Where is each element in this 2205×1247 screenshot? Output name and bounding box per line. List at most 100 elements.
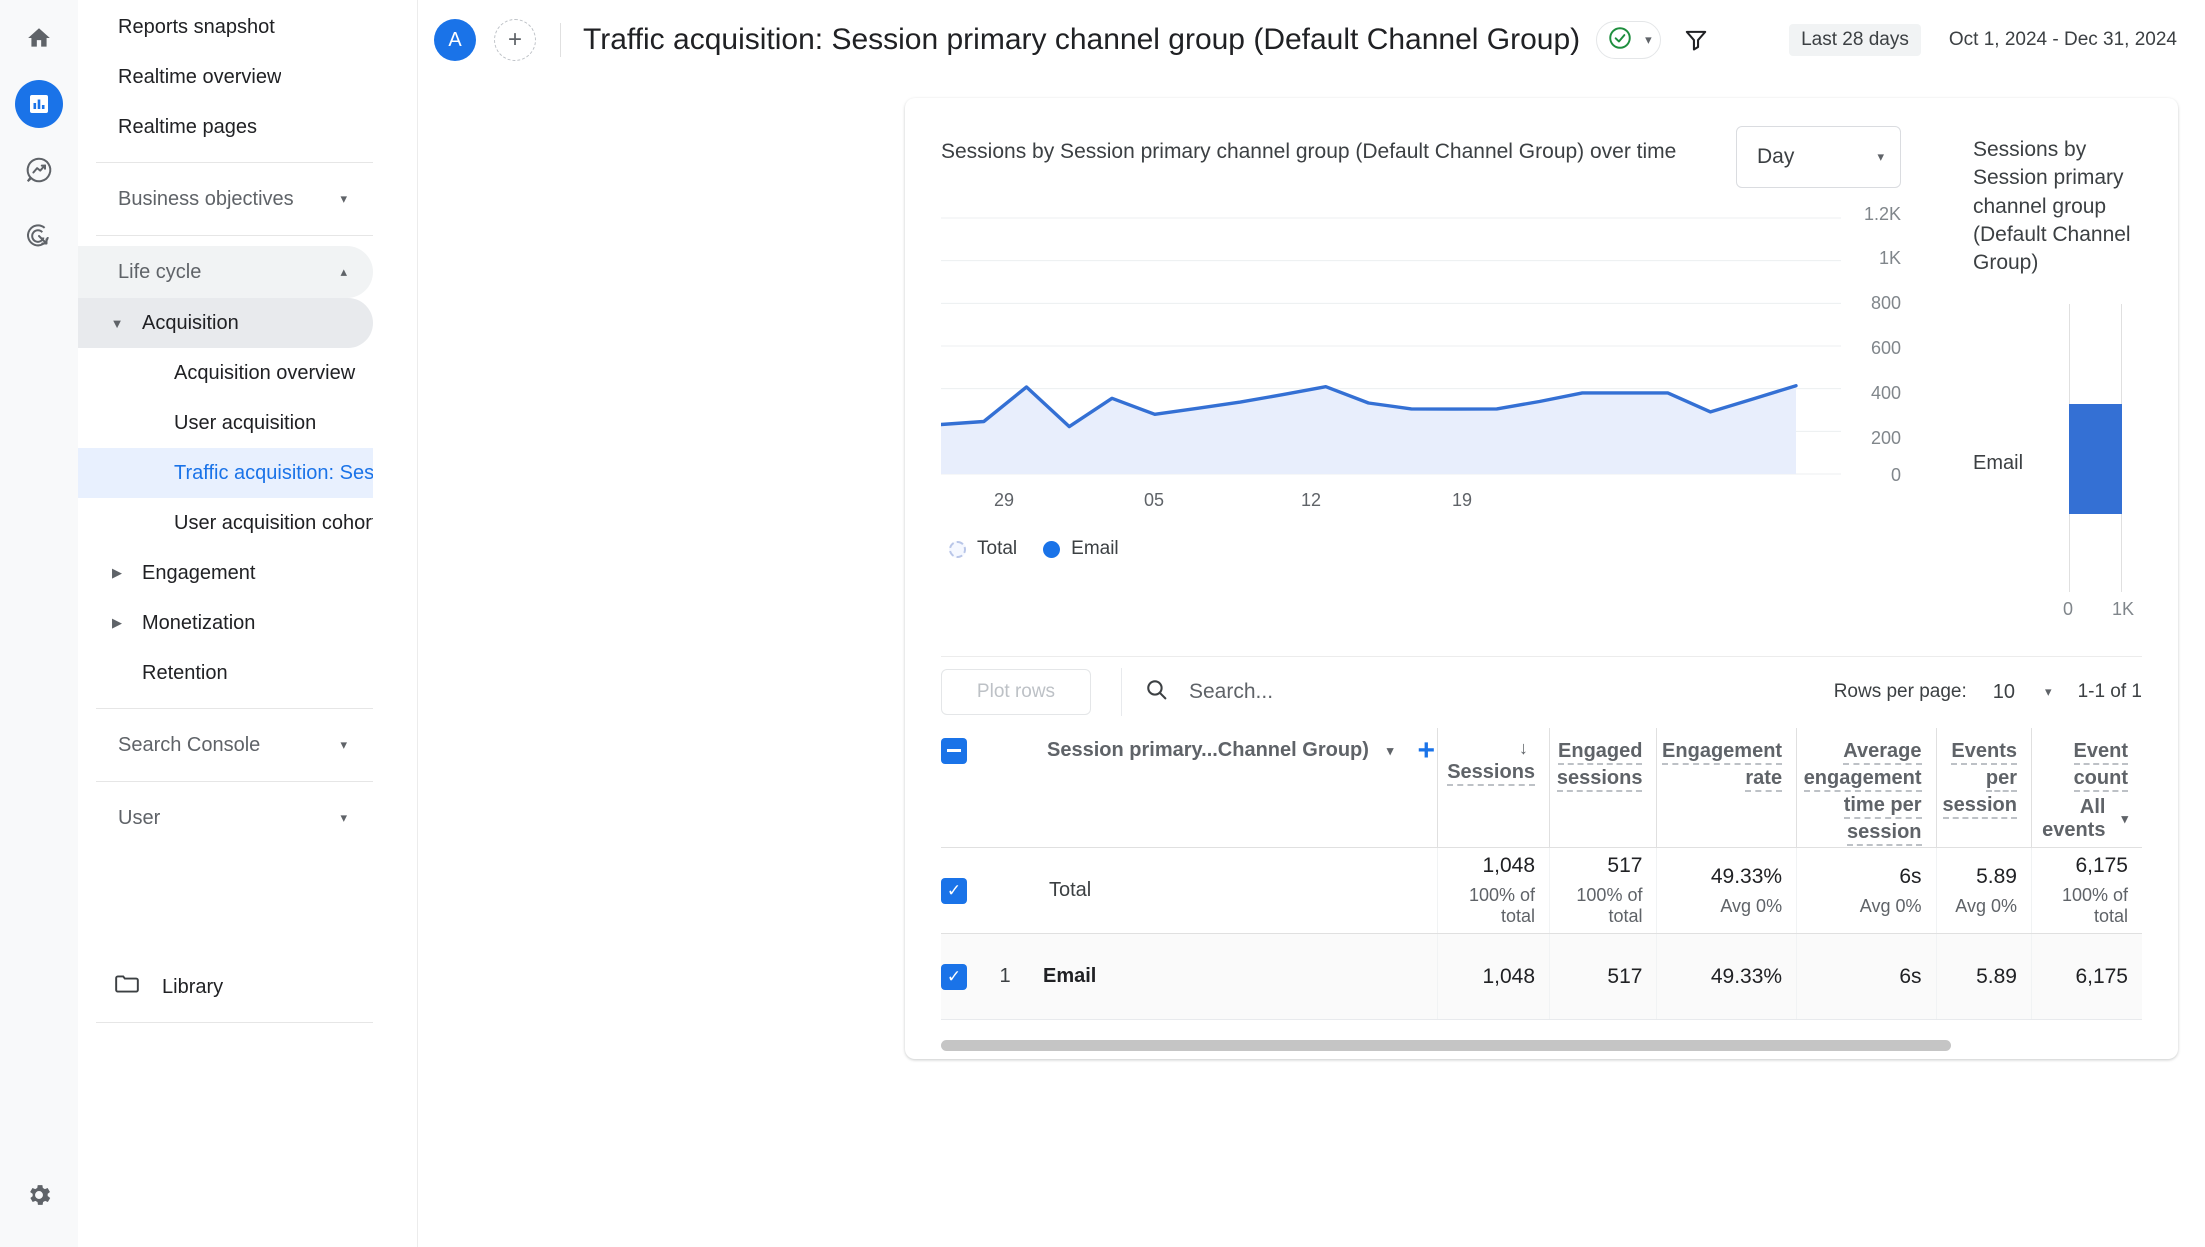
- bar-email[interactable]: [2069, 404, 2122, 514]
- reports-icon[interactable]: [15, 80, 63, 128]
- metric-label: sessions: [1557, 767, 1643, 792]
- cell-value: 5.89: [1937, 965, 2017, 989]
- chevron-down-icon: ▾: [340, 737, 347, 753]
- nav-divider-3: [96, 708, 373, 709]
- date-preset-chip[interactable]: Last 28 days: [1789, 24, 1921, 56]
- total-cell-engaged-sessions: 517 100% of total: [1550, 848, 1657, 934]
- advertising-icon[interactable]: [15, 212, 63, 260]
- cell-value: 5.89: [1937, 865, 2017, 889]
- cell-sessions: 1,048: [1438, 934, 1550, 1020]
- row-dimension-cell: ✓ 1 Email: [941, 934, 1438, 1020]
- plot-rows-button[interactable]: Plot rows: [941, 669, 1091, 715]
- metric-header-engagement-rate[interactable]: Engagementrate: [1657, 728, 1797, 848]
- line-chart-plot[interactable]: 1.2K 1K 800 600 400 200 0 29 05 12 19: [941, 212, 1901, 512]
- nav-label: Realtime pages: [118, 116, 257, 139]
- nav-label: Library: [162, 976, 223, 999]
- nav-group-life-cycle[interactable]: Life cycle ▴: [78, 246, 373, 298]
- chevron-down-icon[interactable]: ▾: [1387, 743, 1394, 759]
- filter-icon[interactable]: [1683, 27, 1709, 53]
- total-cell-sessions: 1,048 100% of total: [1438, 848, 1550, 934]
- search-input[interactable]: [1189, 680, 1609, 704]
- metric-header-avg-engagement-time[interactable]: Averageengagementtime persession: [1797, 728, 1936, 848]
- avatar[interactable]: A: [434, 19, 476, 61]
- chevron-down-icon: ▾: [1645, 32, 1652, 48]
- metric-label: time per: [1844, 794, 1922, 819]
- legend-item-email[interactable]: Email: [1043, 538, 1119, 560]
- nav-section-engagement[interactable]: ▶ Engagement: [78, 548, 373, 598]
- bar-chart-plot[interactable]: Email 0 1K: [1973, 304, 2142, 634]
- rows-per-page-label: Rows per page:: [1834, 681, 1967, 703]
- cell-subvalue: Avg 0%: [1937, 896, 2017, 917]
- caret-down-icon: ▼: [102, 316, 132, 331]
- y-tick-label: 1.2K: [1841, 204, 1901, 225]
- cell-subvalue: 100% of total: [1550, 885, 1642, 927]
- line-chart-legend: Total Email: [949, 538, 1901, 560]
- nav-reports-snapshot[interactable]: Reports snapshot: [78, 2, 373, 52]
- row-checkbox[interactable]: ✓: [941, 964, 967, 990]
- metric-header-sessions[interactable]: ↓Sessions: [1438, 728, 1550, 848]
- nav-label: Search Console: [118, 734, 260, 757]
- granularity-select[interactable]: Day ▾: [1736, 126, 1901, 188]
- nav-group-business-objectives[interactable]: Business objectives ▾: [78, 173, 373, 225]
- nav-label: User acquisition: [174, 412, 316, 435]
- cell-value: 6,175: [2032, 965, 2128, 989]
- total-cell-event-count: 6,175 100% of total: [2031, 848, 2142, 934]
- dimension-name: Session primary...Channel Group): [1047, 739, 1369, 762]
- bar-tick-label: 1K: [2112, 599, 2134, 620]
- nav-divider-1: [96, 162, 373, 163]
- cell-value: 1,048: [1438, 965, 1535, 989]
- table-horizontal-scrollbar[interactable]: [941, 1040, 2142, 1051]
- cell-subvalue: 100% of total: [2032, 885, 2128, 927]
- legend-item-total[interactable]: Total: [949, 538, 1017, 560]
- date-range-picker[interactable]: Oct 1, 2024 - Dec 31, 2024: [1949, 29, 2177, 51]
- event-name-value: All events: [2032, 796, 2105, 842]
- total-cell-avg-engagement-time: 6s Avg 0%: [1797, 848, 1936, 934]
- metric-label: Sessions: [1447, 761, 1535, 786]
- search-box[interactable]: [1144, 677, 1834, 707]
- add-dimension-button[interactable]: +: [1417, 739, 1435, 763]
- scrollbar-thumb[interactable]: [941, 1040, 1951, 1051]
- nav-item-library[interactable]: Library: [78, 960, 373, 1014]
- metric-header-event-count[interactable]: Event count All events ▾: [2031, 728, 2142, 848]
- metric-header-engaged-sessions[interactable]: Engagedsessions: [1550, 728, 1657, 848]
- nav-item-user-acquisition-cohorts[interactable]: User acquisition cohorts: [78, 498, 373, 548]
- x-tick-label: 29: [994, 490, 1014, 511]
- rows-per-page-select[interactable]: 10 ▾: [1993, 681, 2052, 704]
- metric-label: Engagement: [1662, 740, 1782, 765]
- nav-group-search-console[interactable]: Search Console ▾: [78, 719, 373, 771]
- data-accuracy-chip[interactable]: ▾: [1596, 21, 1661, 59]
- nav-group-user[interactable]: User ▾: [78, 792, 373, 844]
- nav-item-user-acquisition[interactable]: User acquisition: [78, 398, 373, 448]
- nav-section-monetization[interactable]: ▶ Monetization: [78, 598, 373, 648]
- metric-label: Events: [1951, 740, 2017, 765]
- nav-item-acquisition-overview[interactable]: Acquisition overview: [78, 348, 373, 398]
- metric-header-events-per-session[interactable]: Eventspersession: [1936, 728, 2031, 848]
- select-all-checkbox[interactable]: [941, 738, 967, 764]
- table-row-total[interactable]: ✓ Total 1,048 100% of total 517 100% of …: [941, 848, 2142, 934]
- nav-realtime-pages[interactable]: Realtime pages: [78, 102, 373, 152]
- page-header: A + Traffic acquisition: Session primary…: [418, 0, 2205, 80]
- line-chart-title: Sessions by Session primary channel grou…: [941, 126, 1676, 166]
- sessions-by-channel-bar-chart: Sessions by Session primary channel grou…: [1901, 126, 2142, 634]
- nav-realtime-overview[interactable]: Realtime overview: [78, 52, 373, 102]
- nav-label: Engagement: [142, 562, 255, 585]
- nav-section-acquisition[interactable]: ▼ Acquisition: [78, 298, 373, 348]
- gear-icon[interactable]: [15, 1171, 63, 1219]
- table-body: ✓ Total 1,048 100% of total 517 100% of …: [941, 848, 2142, 1020]
- nav-divider-2: [96, 235, 373, 236]
- explore-icon[interactable]: [15, 146, 63, 194]
- add-comparison-button[interactable]: +: [494, 19, 536, 61]
- nav-section-retention[interactable]: Retention: [78, 648, 373, 698]
- report-table: Session primary...Channel Group) ▾ + ↓Se…: [941, 728, 2142, 1021]
- event-name-select[interactable]: All events ▾: [2032, 796, 2128, 842]
- y-tick-label: 200: [1841, 428, 1901, 449]
- check-circle-icon: [1607, 25, 1633, 56]
- bar-chart-title: Sessions by Session primary channel grou…: [1973, 126, 2142, 278]
- metric-label: engagement: [1804, 767, 1922, 792]
- cell-value: 517: [1550, 965, 1642, 989]
- table-row[interactable]: ✓ 1 Email 1,048 517 49.33%: [941, 934, 2142, 1020]
- nav-item-traffic-acquisition[interactable]: Traffic acquisition: Session...: [78, 448, 373, 498]
- row-checkbox[interactable]: ✓: [941, 878, 967, 904]
- cell-events-per-session: 5.89: [1936, 934, 2031, 1020]
- home-icon[interactable]: [15, 14, 63, 62]
